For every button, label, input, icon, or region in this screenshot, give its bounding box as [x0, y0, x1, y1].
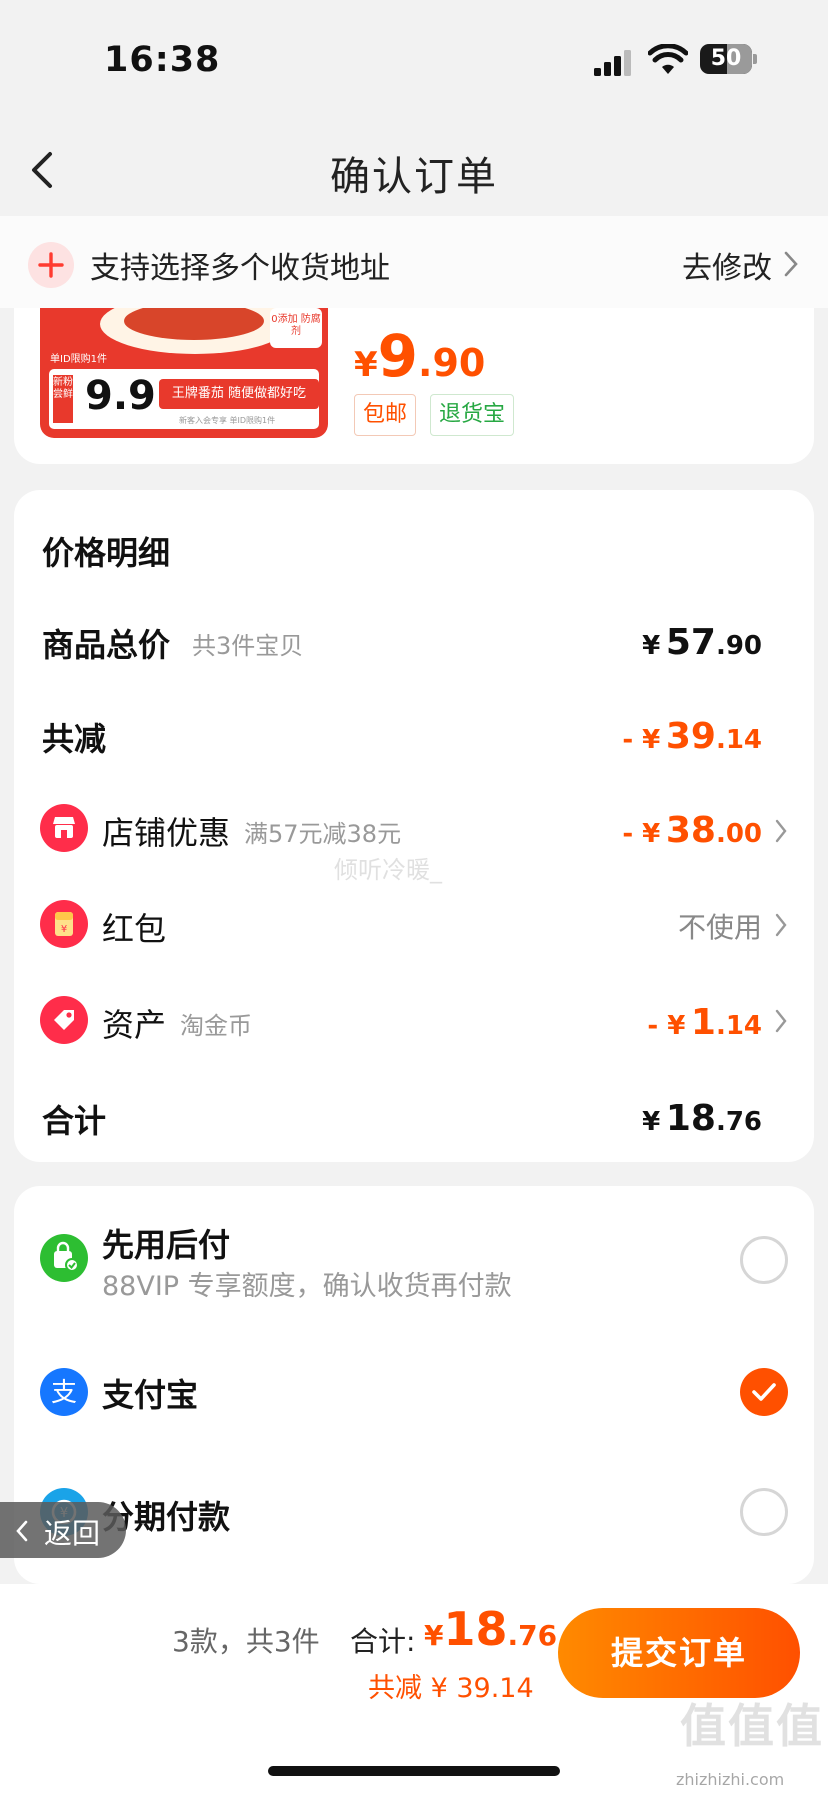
product-image-footnote: 新客入会专享 单ID限购1件 — [179, 416, 276, 425]
product-image-price: 9.9 — [85, 373, 156, 419]
address-banner-text: 支持选择多个收货地址 — [90, 251, 390, 286]
bag-check-icon — [40, 1234, 88, 1282]
red-packet-value[interactable]: 不使用 — [678, 906, 762, 946]
floating-back-label: 返回 — [44, 1517, 101, 1550]
pay-later-desc: 88VIP 专享额度，确认收货再付款 — [102, 1271, 512, 1302]
home-indicator — [268, 1766, 560, 1776]
chevron-right-icon — [775, 819, 787, 843]
alipay-icon: 支 — [40, 1368, 88, 1416]
submit-order-button[interactable]: 提交订单 — [558, 1608, 800, 1698]
goods-total-note: 共3件宝贝 — [192, 632, 304, 660]
free-shipping-tag: 包邮 — [354, 394, 417, 436]
sum-label: 合计 — [42, 1102, 107, 1140]
total-amount: ¥18.76 — [424, 1602, 558, 1656]
product-price: ¥9.90 — [354, 322, 486, 390]
goods-total-label: 商品总价 — [42, 626, 171, 664]
assets-label: 资产 — [102, 1006, 167, 1044]
site-watermark-logo: 值值值 — [680, 1699, 824, 1753]
sum-amount: ¥ 18.76 — [642, 1098, 762, 1139]
back-chevron-icon — [16, 1520, 28, 1542]
alipay-name[interactable]: 支付宝 — [102, 1370, 198, 1416]
total-saving: 共减 ¥ 39.14 — [368, 1673, 534, 1704]
chevron-right-icon — [775, 1009, 787, 1033]
site-watermark-url: zhizhizhi.com — [676, 1770, 785, 1789]
red-packet-label: 红包 — [102, 910, 167, 948]
svg-text:支: 支 — [51, 1378, 77, 1408]
signal-icon — [594, 50, 631, 76]
product-image-limit: 单ID限购1件 — [50, 354, 108, 365]
alipay-radio-checked[interactable] — [740, 1368, 788, 1416]
total-reduce-label: 共减 — [42, 720, 107, 758]
chevron-right-icon — [784, 251, 798, 277]
total-reduce-amount: - ¥ 39.14 — [622, 716, 762, 757]
total-label: 合计: — [350, 1625, 416, 1658]
pay-later-name[interactable]: 先用后付 — [102, 1220, 230, 1266]
status-time: 16:38 — [104, 40, 221, 80]
battery-level: 50 — [710, 46, 742, 71]
assets-amount[interactable]: - ¥ 1.14 — [647, 1002, 762, 1043]
assets-note: 淘金币 — [180, 1012, 252, 1040]
plus-icon — [28, 242, 74, 288]
page-title: 确认订单 — [330, 154, 498, 200]
pay-later-radio[interactable] — [740, 1236, 788, 1284]
product-image-newbadge: 新粉尝鲜 — [53, 375, 73, 423]
chevron-right-icon — [775, 913, 787, 937]
product-image[interactable]: 0添加 防腐剂 单ID限购1件 新粉尝鲜 9.9 王牌番茄 随便做都好吃 新客入… — [40, 308, 328, 438]
price-detail-title: 价格明细 — [42, 534, 171, 572]
address-edit-link[interactable]: 去修改 — [682, 243, 772, 287]
return-insurance-tag: 退货宝 — [430, 394, 515, 436]
watermark-text: 倾听冷暖_ — [334, 856, 442, 884]
product-image-badge: 0添加 防腐剂 — [270, 308, 322, 348]
battery-icon: 50 — [700, 44, 758, 74]
svg-text:¥: ¥ — [61, 924, 67, 935]
goods-total-amount: ¥ 57.90 — [642, 622, 762, 663]
product-image-slogan: 王牌番茄 随便做都好吃 — [159, 379, 319, 409]
asset-tag-icon — [40, 996, 88, 1044]
red-packet-icon: ¥ — [40, 900, 88, 948]
shop-discount-amount[interactable]: - ¥ 38.00 — [622, 810, 762, 851]
shop-icon — [40, 804, 88, 852]
shop-discount-note: 满57元减38元 — [244, 820, 402, 848]
shop-discount-label: 店铺优惠 — [102, 814, 231, 852]
installment-radio[interactable] — [740, 1488, 788, 1536]
wifi-icon — [648, 44, 688, 74]
item-count: 3款，共3件 — [172, 1625, 320, 1658]
check-icon — [752, 1383, 776, 1401]
